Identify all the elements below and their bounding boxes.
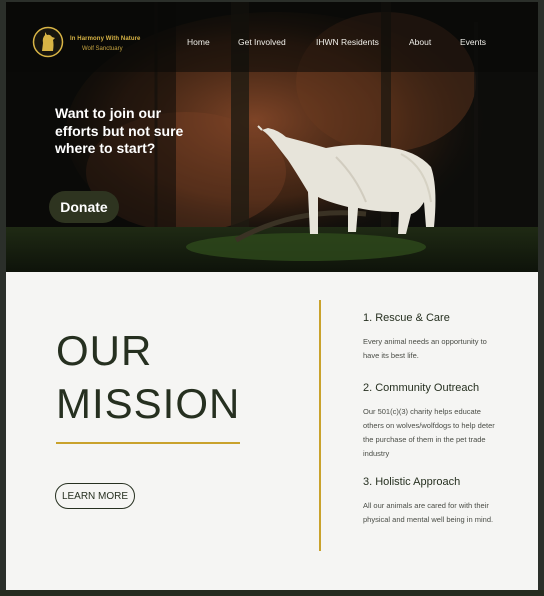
mission-item-title: 3. Holistic Approach bbox=[363, 476, 461, 488]
mission-item-title: 1. Rescue & Care bbox=[363, 312, 450, 324]
hero-heading: Want to join our efforts but not sure wh… bbox=[55, 105, 184, 156]
learn-more-button[interactable]: LEARN MORE bbox=[55, 483, 135, 509]
gold-divider bbox=[56, 442, 240, 444]
mission-title-line1: OUR bbox=[56, 327, 153, 374]
mission-title-line2: MISSION bbox=[56, 380, 241, 427]
howling-wolf-logo-icon[interactable] bbox=[32, 26, 64, 58]
mission-title: OUR MISSION bbox=[56, 324, 240, 430]
hero-banner: In Harmony With Nature Wolf Sanctuary Ho… bbox=[6, 2, 538, 272]
mission-item-holistic: 3. Holistic Approach All our animals are… bbox=[363, 476, 495, 527]
vertical-divider bbox=[319, 300, 321, 551]
nav-ihwn-residents[interactable]: IHWN Residents bbox=[316, 37, 379, 47]
brand-name[interactable]: In Harmony With Nature bbox=[70, 36, 141, 42]
footer-band bbox=[0, 590, 544, 596]
mission-item-text: Our 501(c)(3) charity helps educate othe… bbox=[363, 407, 495, 458]
nav-home[interactable]: Home bbox=[187, 37, 210, 47]
brand-subtitle: Wolf Sanctuary bbox=[82, 46, 123, 52]
nav-events[interactable]: Events bbox=[460, 37, 486, 47]
mission-item-text: Every animal needs an opportunity to hav… bbox=[363, 337, 487, 360]
mission-item-rescue: 1. Rescue & Care Every animal needs an o… bbox=[363, 312, 503, 363]
mission-item-text: All our animals are cared for with their… bbox=[363, 501, 494, 524]
nav-get-involved[interactable]: Get Involved bbox=[238, 37, 286, 47]
nav-about[interactable]: About bbox=[409, 37, 431, 47]
page-frame: In Harmony With Nature Wolf Sanctuary Ho… bbox=[6, 2, 538, 592]
donate-button[interactable]: Donate bbox=[49, 191, 119, 223]
mission-item-title: 2. Community Outreach bbox=[363, 382, 480, 394]
mission-item-outreach: 2. Community Outreach Our 501(c)(3) char… bbox=[363, 382, 503, 461]
